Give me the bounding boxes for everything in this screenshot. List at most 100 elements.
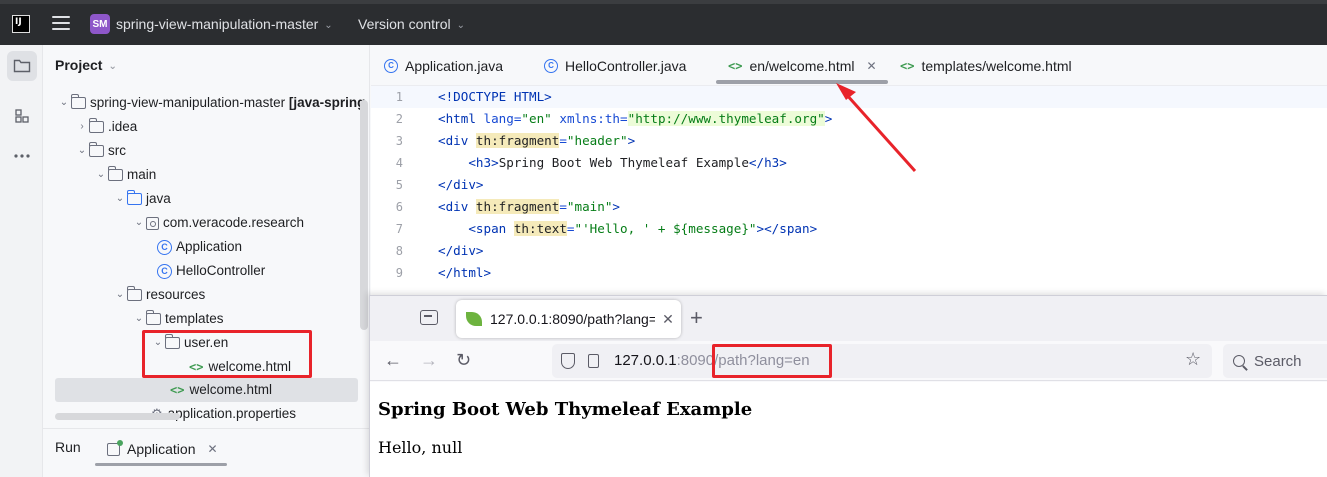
back-icon[interactable]: ←: [384, 349, 402, 371]
close-icon[interactable]: ✕: [867, 59, 877, 73]
address-bar[interactable]: 127.0.0.1:8090/path?lang=en ☆: [552, 344, 1212, 378]
run-tab-indicator: [95, 463, 227, 466]
class-icon: C: [544, 58, 558, 73]
tab-templates-welcome-html[interactable]: <> templates/welcome.html: [900, 45, 1072, 86]
project-badge[interactable]: SM: [90, 14, 110, 34]
browser-window: 127.0.0.1:8090/path?lang=en ✕ + ← → ↻ 12…: [369, 295, 1327, 477]
tree-item-package[interactable]: ⌄ com.veracode.research: [132, 211, 304, 235]
line-number: 2: [395, 112, 403, 126]
chevron-down-icon[interactable]: ⌄: [113, 187, 127, 211]
more-icon: [14, 154, 30, 158]
intellij-logo-text: IJ: [15, 17, 22, 27]
chevron-right-icon[interactable]: ›: [75, 115, 89, 139]
project-switcher[interactable]: spring-view-manipulation-master ⌄: [116, 16, 333, 32]
project-scrollbar-vertical[interactable]: [360, 100, 368, 330]
run-tab-application[interactable]: Application ✕: [99, 433, 226, 465]
search-placeholder: Search: [1254, 352, 1302, 370]
tree-item-idea[interactable]: › .idea: [75, 115, 137, 139]
line-number: 4: [395, 156, 403, 170]
version-control-label: Version control: [358, 16, 451, 32]
url-host: 127.0.0.1: [614, 352, 677, 369]
run-config-icon: [107, 439, 123, 456]
project-view-button[interactable]: [7, 51, 37, 81]
tree-item-label: Application: [176, 239, 243, 254]
tree-item-welcome-html[interactable]: <> welcome.html: [55, 378, 358, 402]
chevron-down-icon[interactable]: ⌄: [113, 283, 127, 307]
tab-label: HelloController.java: [565, 57, 687, 74]
line-number: 9: [395, 266, 403, 280]
html-file-icon: <>: [728, 58, 743, 73]
folder-icon: [146, 310, 161, 325]
project-panel-title[interactable]: Project ⌄: [55, 57, 117, 73]
chevron-down-icon[interactable]: ⌄: [132, 211, 146, 235]
run-tab-label: Application: [127, 441, 196, 457]
chevron-down-icon: ⌄: [108, 61, 117, 72]
tool-window-strip: [0, 45, 43, 477]
project-scrollbar-horizontal[interactable]: [55, 413, 180, 420]
tree-item-label: main: [127, 167, 157, 182]
forward-icon[interactable]: →: [420, 349, 438, 371]
search-box[interactable]: Search: [1223, 344, 1327, 378]
chevron-down-icon: ⌄: [456, 20, 465, 31]
folder-icon: [13, 59, 31, 73]
chevron-down-icon[interactable]: ⌄: [132, 307, 146, 331]
code-line: <div th:fragment="main">: [438, 199, 621, 214]
more-tools-button[interactable]: [7, 141, 37, 171]
class-icon: C: [157, 263, 172, 279]
folder-icon: [71, 94, 86, 109]
code-line: </div>: [438, 243, 484, 258]
tree-item-label: welcome.html: [189, 382, 272, 397]
tab-list-icon[interactable]: [420, 310, 438, 325]
tree-item-main[interactable]: ⌄ main: [94, 163, 156, 187]
tree-item-hellocontroller-class[interactable]: C HelloController: [157, 259, 265, 283]
page-info-icon[interactable]: [588, 354, 599, 368]
line-number: 3: [395, 134, 403, 148]
intellij-logo[interactable]: IJ: [12, 15, 30, 33]
chevron-down-icon[interactable]: ⌄: [75, 139, 89, 163]
tree-item-templates[interactable]: ⌄ templates: [132, 307, 224, 331]
main-menu-icon[interactable]: [52, 16, 70, 30]
bookmark-star-icon[interactable]: ☆: [1185, 349, 1201, 370]
package-icon: [146, 216, 159, 230]
page-heading: Spring Boot Web Thymeleaf Example: [378, 399, 753, 420]
active-tab-indicator: [716, 80, 888, 84]
line-number: 1: [395, 90, 403, 104]
tree-item-root[interactable]: ⌄ spring-view-manipulation-master [java-…: [57, 91, 365, 115]
chevron-down-icon[interactable]: ⌄: [57, 91, 71, 115]
new-tab-icon[interactable]: +: [690, 306, 703, 330]
chevron-down-icon: ⌄: [324, 20, 333, 31]
tree-item-label: resources: [146, 287, 206, 302]
browser-toolbar: ← → ↻ 127.0.0.1:8090/path?lang=en ☆ Sear…: [370, 341, 1327, 381]
code-line: <h3>Spring Boot Web Thymeleaf Example</h…: [468, 155, 787, 170]
tree-item-label: com.veracode.research: [163, 215, 305, 230]
code-editor[interactable]: 1 <!DOCTYPE HTML> 2 <html lang="en" xmln…: [371, 86, 1327, 296]
tree-item-java[interactable]: ⌄ java: [113, 187, 171, 211]
line-number: 7: [395, 222, 403, 236]
reload-icon[interactable]: ↻: [456, 349, 471, 371]
folder-icon: [89, 142, 104, 157]
tree-item-src[interactable]: ⌄ src: [75, 139, 126, 163]
structure-button[interactable]: [7, 101, 37, 131]
tab-hellocontroller-java[interactable]: C HelloController.java: [544, 45, 686, 86]
tree-item-application-class[interactable]: C Application: [157, 235, 242, 259]
version-control-menu[interactable]: Version control ⌄: [358, 16, 465, 32]
tab-application-java[interactable]: C Application.java: [384, 45, 503, 86]
tree-item-label: HelloController: [176, 263, 266, 278]
resources-folder-icon: [127, 286, 142, 301]
tree-item-resources[interactable]: ⌄ resources: [113, 283, 205, 307]
folder-icon: [108, 166, 123, 181]
close-icon[interactable]: ✕: [655, 311, 681, 328]
close-icon[interactable]: ✕: [208, 442, 218, 456]
tracking-protection-shield-icon[interactable]: [561, 353, 575, 369]
html-file-icon: <>: [900, 58, 915, 73]
tab-label: en/welcome.html: [749, 57, 855, 74]
code-line: </html>: [438, 265, 492, 280]
source-folder-icon: [127, 190, 142, 205]
browser-tab[interactable]: 127.0.0.1:8090/path?lang=en ✕: [456, 300, 681, 338]
chevron-down-icon[interactable]: ⌄: [94, 163, 108, 187]
run-label: Run: [55, 439, 81, 455]
annotation-highlight-box: [142, 330, 312, 378]
line-number: 6: [395, 200, 403, 214]
browser-tab-title: 127.0.0.1:8090/path?lang=en: [490, 311, 655, 327]
class-icon: C: [384, 58, 398, 73]
